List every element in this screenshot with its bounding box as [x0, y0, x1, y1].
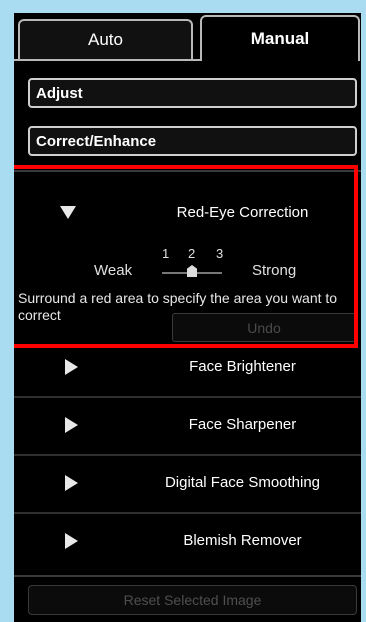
mode-tabs: Auto Manual: [14, 13, 361, 61]
digital-face-smoothing-item[interactable]: Digital Face Smoothing: [14, 454, 361, 512]
tab-manual[interactable]: Manual: [200, 15, 360, 61]
divider: [14, 575, 361, 577]
tab-auto[interactable]: Auto: [18, 19, 193, 59]
face-brightener-item[interactable]: Face Brightener: [14, 338, 361, 396]
correct-enhance-button[interactable]: Correct/Enhance: [28, 126, 357, 156]
expand-triangle-icon[interactable]: [65, 533, 78, 549]
blemish-remover-label[interactable]: Blemish Remover: [124, 532, 361, 549]
blemish-remover-item[interactable]: Blemish Remover: [14, 512, 361, 570]
face-sharpener-item[interactable]: Face Sharpener: [14, 396, 361, 454]
expand-triangle-icon[interactable]: [65, 417, 78, 433]
expand-triangle-icon[interactable]: [65, 475, 78, 491]
face-brightener-label[interactable]: Face Brightener: [124, 358, 361, 375]
face-sharpener-label[interactable]: Face Sharpener: [124, 416, 361, 433]
correct-enhance-panel: Auto Manual Adjust Correct/Enhance Red-E…: [14, 13, 361, 622]
adjust-button[interactable]: Adjust: [28, 78, 357, 108]
expand-triangle-icon[interactable]: [65, 359, 78, 375]
tab-divider: [14, 59, 200, 61]
reset-selected-image-button[interactable]: Reset Selected Image: [28, 585, 357, 615]
highlight-frame: [14, 165, 358, 348]
digital-face-smoothing-label[interactable]: Digital Face Smoothing: [124, 474, 361, 491]
